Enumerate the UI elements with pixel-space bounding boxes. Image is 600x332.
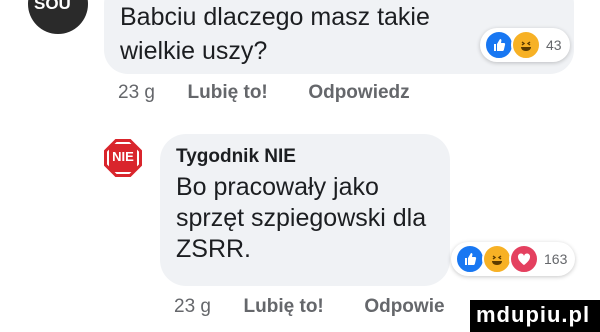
comment-text: Bo pracowały jako sprzęt szpiegowski dla… — [176, 173, 427, 263]
reaction-count: 43 — [546, 37, 562, 53]
tygodnik-nie-avatar[interactable]: NIE — [101, 136, 145, 180]
comment-text: Babciu dlaczego masz takie wielkie uszy? — [120, 3, 430, 65]
like-link[interactable]: Lubię to! — [244, 296, 324, 317]
reactions-summary[interactable]: 163 — [451, 242, 576, 276]
commenter-avatar[interactable]: SOU — [28, 0, 88, 34]
avatar-text: NIE — [112, 149, 134, 164]
comment-actions: 23 g Lubię to! Odpowiedz — [118, 82, 410, 104]
wow-icon — [509, 244, 539, 274]
comment-author[interactable]: Tygodnik NIE — [176, 146, 296, 168]
reactions-summary[interactable]: 43 — [480, 28, 570, 62]
like-link[interactable]: Lubię to! — [188, 82, 268, 103]
comment-actions: 23 g Lubię to! Odpowie — [174, 296, 445, 318]
reaction-count: 163 — [544, 251, 568, 267]
reply-link[interactable]: Odpowiedz — [308, 82, 409, 103]
haha-icon — [511, 30, 541, 60]
like-icon — [484, 30, 514, 60]
comment-time[interactable]: 23 g — [174, 296, 211, 317]
site-watermark: mdupiu.pl — [470, 300, 600, 332]
watermark-text: mdupiu.pl — [476, 302, 591, 327]
comment-time[interactable]: 23 g — [118, 82, 155, 103]
like-icon — [455, 244, 485, 274]
comment-bubble: Tygodnik NIE Bo pracowały jako sprzęt sz… — [160, 134, 450, 286]
avatar-text: SOU — [34, 0, 71, 13]
haha-icon — [482, 244, 512, 274]
reply-link[interactable]: Odpowie — [364, 296, 444, 317]
